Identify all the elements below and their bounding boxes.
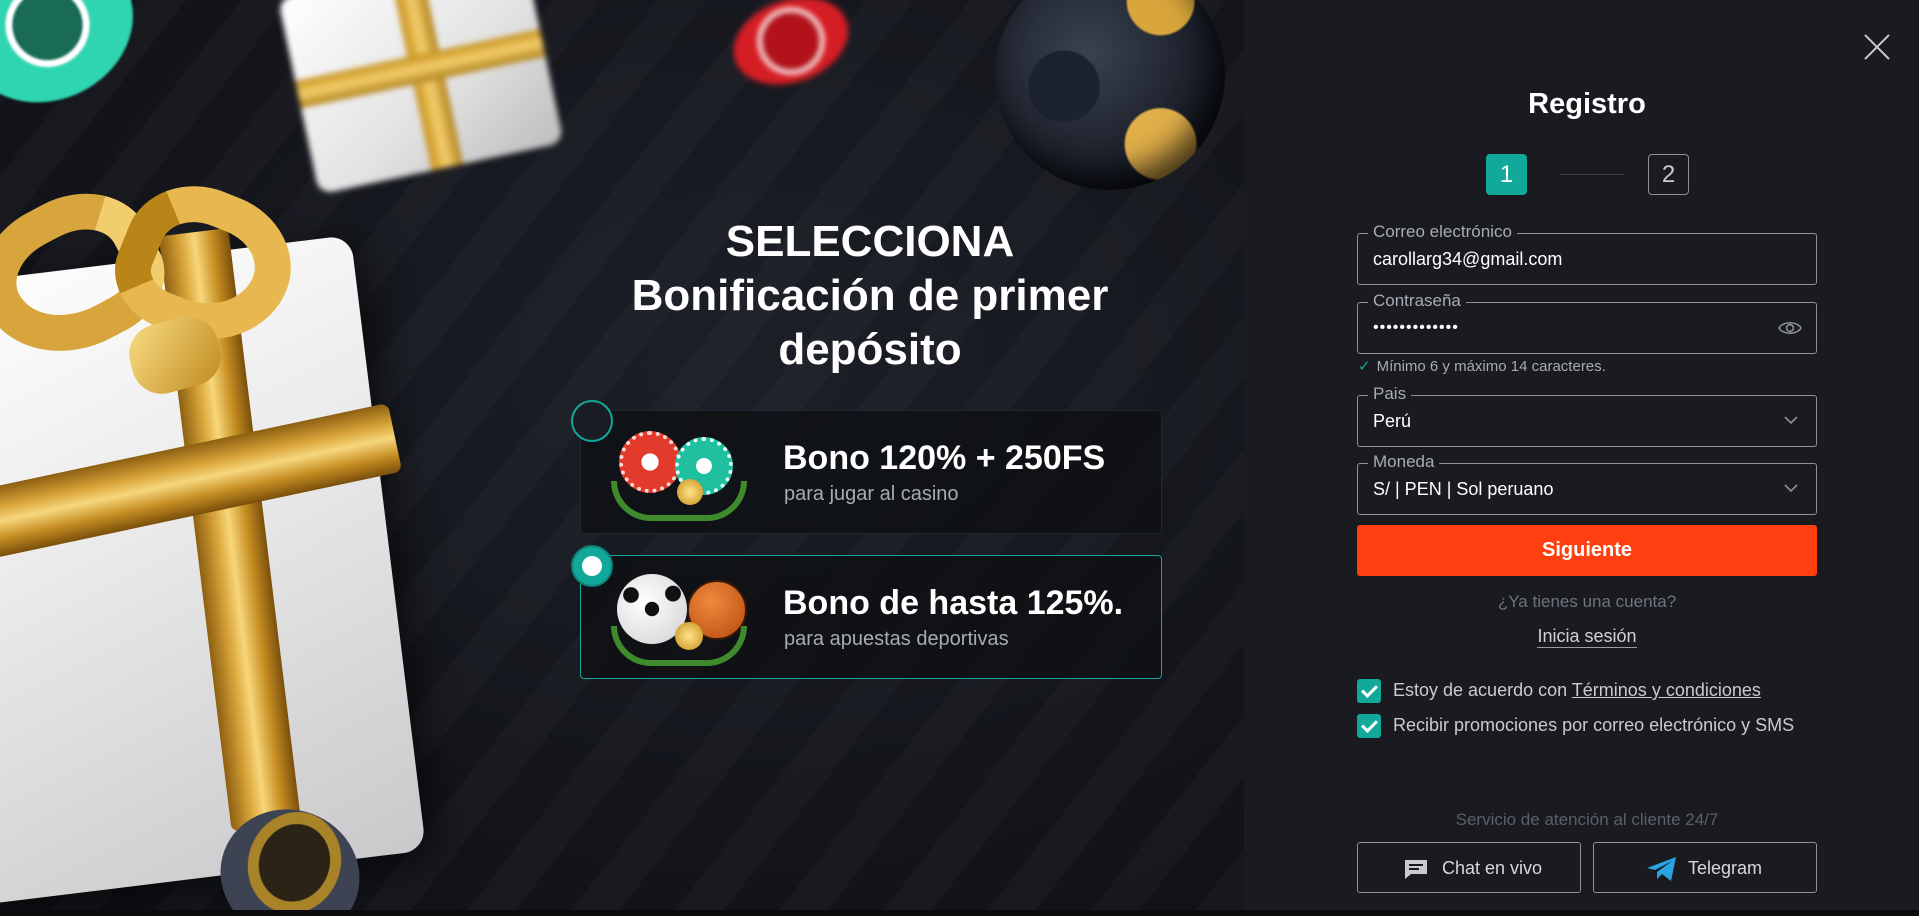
- laurel-wreath-icon: [611, 626, 747, 666]
- bonus-radio-casino[interactable]: [571, 400, 613, 442]
- bonus-subtitle: para jugar al casino: [784, 483, 959, 505]
- promo-consent-checkbox[interactable]: [1357, 714, 1381, 738]
- currency-label: Moneda: [1368, 452, 1440, 472]
- terms-checkbox[interactable]: [1357, 679, 1381, 703]
- bonus-option-casino[interactable]: Bono 120% + 250FS para jugar al casino: [580, 410, 1162, 534]
- terms-prefix: Estoy de acuerdo con: [1393, 680, 1572, 700]
- headline-line: depósito: [778, 325, 962, 374]
- telegram-label: Telegram: [1688, 858, 1763, 878]
- country-select[interactable]: Pais Perú: [1357, 384, 1817, 447]
- page-title: Registro: [1528, 88, 1646, 120]
- currency-select[interactable]: Moneda S/ | PEN | Sol peruano: [1357, 452, 1817, 515]
- email-label: Correo electrónico: [1368, 222, 1517, 242]
- registration-panel: [1244, 0, 1919, 910]
- have-account-text: ¿Ya tienes una cuenta?: [1497, 592, 1677, 611]
- password-hint-text: Mínimo 6 y máximo 14 caracteres.: [1376, 358, 1606, 375]
- terms-label: Estoy de acuerdo con Términos y condicio…: [1393, 680, 1761, 701]
- bonus-title: Bono 120% + 250FS: [783, 439, 1106, 477]
- casino-chips-icon: [609, 423, 749, 523]
- password-label: Contraseña: [1368, 291, 1466, 311]
- login-link-wrap: Inicia sesión: [1357, 626, 1817, 648]
- sports-balls-icon: [609, 568, 749, 668]
- support-text: Servicio de atención al cliente 24/7: [1455, 810, 1719, 829]
- bonus-title: Bono de hasta 125%.: [783, 584, 1124, 622]
- headline-line: SELECCIONA: [725, 217, 1015, 266]
- password-hint: ✓ Mínimo 6 y máximo 14 caracteres.: [1358, 357, 1606, 375]
- chevron-down-icon[interactable]: [1784, 483, 1798, 493]
- live-chat-button[interactable]: Chat en vivo: [1357, 842, 1581, 893]
- country-label: Pais: [1368, 384, 1412, 404]
- eye-icon[interactable]: [1778, 320, 1802, 336]
- email-field[interactable]: Correo electrónico carollarg34@gmail.com: [1357, 222, 1817, 285]
- password-field[interactable]: Contraseña •••••••••••••: [1357, 291, 1817, 354]
- terms-link[interactable]: Términos y condiciones: [1572, 680, 1761, 700]
- step-1-indicator: 1: [1486, 154, 1527, 195]
- bonus-option-sports[interactable]: Bono de hasta 125%. para apuestas deport…: [580, 555, 1162, 679]
- next-button[interactable]: Siguiente: [1357, 525, 1817, 576]
- chat-icon: [1405, 860, 1427, 879]
- promo-headline: SELECCIONA Bonificación de primer depósi…: [570, 215, 1170, 377]
- country-value: Perú: [1373, 411, 1412, 431]
- promo-consent-label: Recibir promociones por correo electróni…: [1393, 715, 1795, 735]
- live-chat-label: Chat en vivo: [1442, 858, 1543, 878]
- check-icon: ✓: [1358, 358, 1371, 375]
- bonus-radio-sports[interactable]: [571, 545, 613, 587]
- telegram-icon: [1647, 857, 1676, 881]
- telegram-button[interactable]: Telegram: [1593, 842, 1817, 893]
- currency-value: S/ | PEN | Sol peruano: [1373, 479, 1554, 499]
- bonus-subtitle: para apuestas deportivas: [784, 628, 1009, 650]
- soccer-ball-image: [995, 0, 1225, 190]
- email-value[interactable]: carollarg34@gmail.com: [1373, 249, 1562, 270]
- login-link[interactable]: Inicia sesión: [1537, 626, 1637, 648]
- chevron-down-icon[interactable]: [1784, 415, 1798, 425]
- password-value[interactable]: •••••••••••••: [1373, 319, 1459, 337]
- casino-chip-image: [0, 0, 159, 130]
- step-connector: [1560, 174, 1624, 175]
- gift-box-image: [277, 0, 564, 195]
- close-icon[interactable]: [1862, 32, 1892, 62]
- laurel-wreath-icon: [611, 481, 747, 521]
- headline-line: Bonificación de primer: [631, 271, 1109, 320]
- casino-chip-image: [721, 0, 861, 100]
- step-2-indicator: 2: [1648, 154, 1689, 195]
